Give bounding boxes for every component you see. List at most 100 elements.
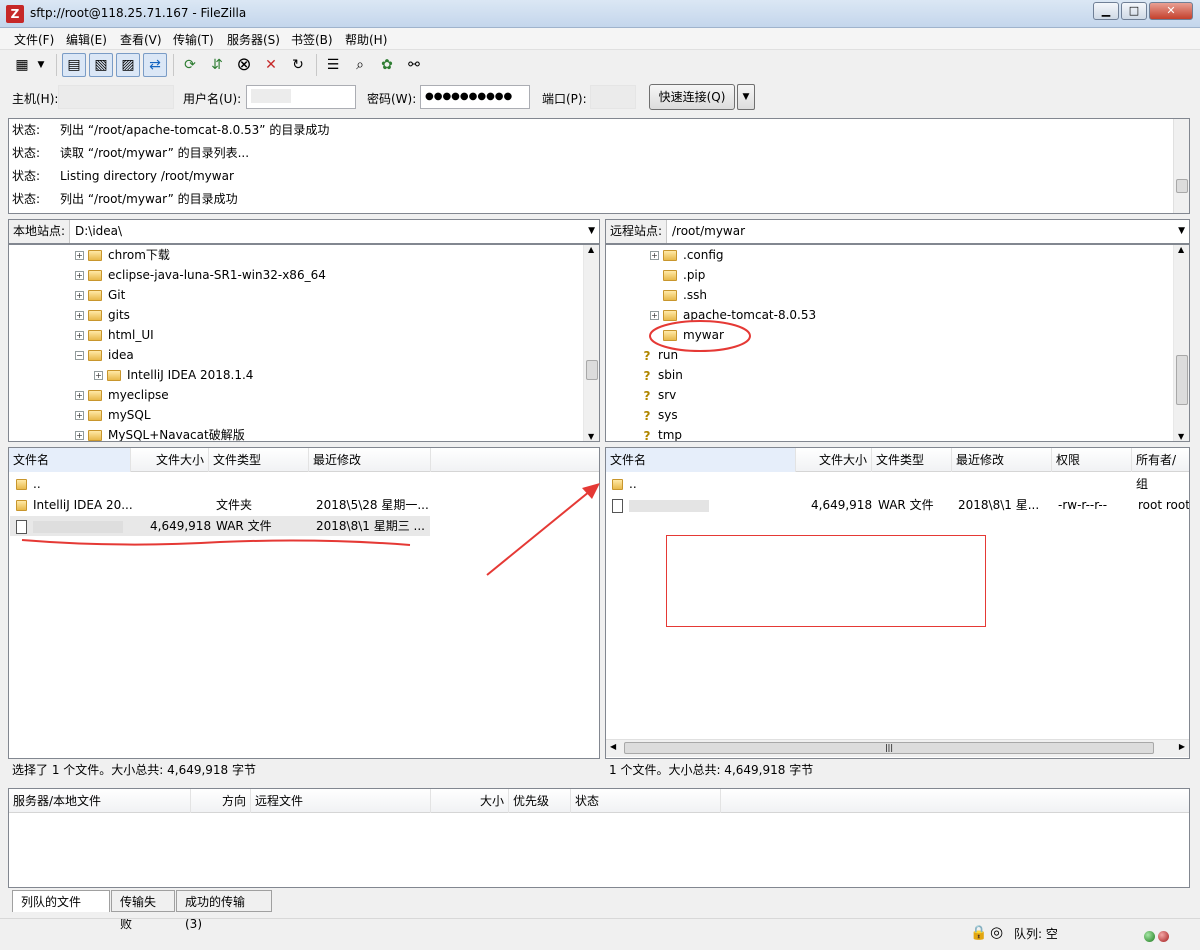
password-label: 密码(W): [367,92,417,106]
menu-server[interactable]: 服务器(S) [227,31,280,48]
war-file-icon [612,498,623,513]
menu-edit[interactable]: 编辑(E) [66,31,107,48]
tab-failed-transfers[interactable]: 传输失败 [111,890,175,931]
tree-item[interactable]: + MySQL+Navacat破解版 [75,425,245,441]
col-remote-file[interactable]: 远程文件 [251,789,431,813]
port-input[interactable] [590,85,636,109]
tree-item[interactable]: + IntelliJ IDEA 2018.1.4 [94,365,253,385]
tree-item[interactable]: + mySQL [75,405,151,425]
speed-limit-icon[interactable]: ◎ [990,923,1003,941]
disconnect-icon[interactable]: ✕ [259,53,283,77]
annotation-box [666,535,986,627]
menu-view[interactable]: 查看(V) [120,31,162,48]
tree-item[interactable]: − idea [75,345,134,365]
quickconnect-dropdown-button[interactable]: ▼ [737,84,755,110]
tab-successful-transfers[interactable]: 成功的传输 (3) [176,890,272,931]
tree-item[interactable]: + eclipse-java-luna-SR1-win32-x86_64 [75,265,326,285]
compare-icon[interactable]: ⌕ [348,53,372,77]
file-row[interactable]: IntelliJ IDEA 20... 文件夹 2018\5\28 星期一... [10,495,430,515]
col-local-file[interactable]: 服务器/本地文件 [9,789,191,813]
sync-browse-icon[interactable]: ✿ [375,53,399,77]
menu-transfer[interactable]: 传输(T) [173,31,214,48]
process-queue-icon[interactable]: ⇵ [205,53,229,77]
tree-item[interactable]: ? sys [640,405,678,425]
menu-file[interactable]: 文件(F) [14,31,54,48]
col-modified[interactable]: 最近修改 [952,448,1052,472]
port-label: 端口(P): [542,92,587,106]
col-priority[interactable]: 优先级 [509,789,571,813]
tree-item[interactable]: + .config [650,245,724,265]
file-row-selected[interactable]: 4,649,918 WAR 文件 2018\8\1 星期三 ... [10,516,430,536]
directory-listing-filter-icon[interactable]: ☰ [321,53,345,77]
tab-queued-files[interactable]: 列队的文件 [12,890,110,912]
toggle-queue-icon[interactable]: ⇄ [143,53,167,77]
tree-item[interactable]: ? srv [640,385,677,405]
send-led-icon [1158,931,1169,942]
password-input[interactable]: ●●●●●●●●●● [420,85,530,109]
tree-item[interactable]: + apache-tomcat-8.0.53 [650,305,816,325]
file-row[interactable]: 4,649,918 WAR 文件 2018\8\1 星... -rw-r--r-… [607,495,1189,515]
tree-item[interactable]: .ssh [663,285,707,305]
tree-item[interactable]: ? sbin [640,365,683,385]
tree-item[interactable]: + html_UI [75,325,154,345]
cancel-icon[interactable]: ⊗ [232,53,256,77]
col-owner[interactable]: 所有者/组 [1132,448,1189,491]
toggle-remote-tree-icon[interactable]: ▨ [116,53,140,77]
col-filesize[interactable]: 文件大小 [131,448,209,472]
host-input[interactable] [58,85,174,109]
reconnect-icon[interactable]: ↻ [286,53,310,77]
col-modified[interactable]: 最近修改 [309,448,431,472]
tree-item[interactable]: + myeclipse [75,385,169,405]
file-row-parent[interactable]: .. [607,474,1187,494]
file-row-parent[interactable]: .. [10,474,430,494]
host-label: 主机(H): [12,92,59,106]
col-filetype[interactable]: 文件类型 [872,448,952,472]
site-manager-dropdown-icon[interactable]: ▼ [34,53,48,77]
toggle-local-tree-icon[interactable]: ▧ [89,53,113,77]
col-filetype[interactable]: 文件类型 [209,448,309,472]
tree-item[interactable]: + Git [75,285,125,305]
local-status: 选择了 1 个文件。大小总共: 4,649,918 字节 [12,763,257,777]
tree-item[interactable]: + gits [75,305,130,325]
search-icon[interactable]: ⚯ [402,53,426,77]
remote-tree-scrollbar[interactable]: ▲ ▼ [1173,245,1189,441]
remote-list-hscrollbar[interactable]: ◀ ||| ▶ [606,739,1189,757]
toggle-log-icon[interactable]: ▤ [62,53,86,77]
minimize-button[interactable]: ▁ [1093,2,1119,20]
remote-site-bar: 远程站点: /root/mywar ▼ [605,219,1190,244]
log-row: 状态: 列出 “/root/apache-tomcat-8.0.53” 的目录成功 [12,123,330,137]
close-button[interactable]: ✕ [1149,2,1193,20]
local-tree-scrollbar[interactable]: ▲ ▼ [583,245,599,441]
tree-item[interactable]: + chrom下载 [75,245,170,265]
log-row: 状态: 列出 “/root/mywar” 的目录成功 [12,192,238,206]
local-list-header: 文件名 文件大小 文件类型 最近修改 [9,448,599,472]
col-direction[interactable]: 方向 [191,789,251,813]
remote-status: 1 个文件。大小总共: 4,649,918 字节 [609,763,814,777]
col-permissions[interactable]: 权限 [1052,448,1132,472]
window-title: sftp://root@118.25.71.167 - FileZilla [30,6,247,20]
menu-bookmarks[interactable]: 书签(B) [291,31,333,48]
local-path-input[interactable]: D:\idea\ [75,220,122,243]
tree-item-mywar[interactable]: mywar [663,325,724,345]
col-filename[interactable]: 文件名 [9,448,131,472]
tree-item[interactable]: ? tmp [640,425,683,441]
col-filesize[interactable]: 文件大小 [796,448,872,472]
col-size[interactable]: 大小 [431,789,509,813]
refresh-icon[interactable]: ⟳ [178,53,202,77]
username-input[interactable] [246,85,356,109]
tree-item[interactable]: .pip [663,265,705,285]
remote-path-dropdown-icon[interactable]: ▼ [1178,220,1185,243]
tree-item[interactable]: ? run [640,345,679,365]
lock-icon: 🔒 [970,925,988,941]
menu-help[interactable]: 帮助(H) [345,31,387,48]
col-status[interactable]: 状态 [571,789,721,813]
menu-bar: 文件(F) 编辑(E) 查看(V) 传输(T) 服务器(S) 书签(B) 帮助(… [0,28,1200,50]
maximize-button[interactable]: □ [1121,2,1147,20]
local-path-dropdown-icon[interactable]: ▼ [588,220,595,243]
local-site-label: 本地站点: [9,220,71,243]
site-manager-icon[interactable]: ▦ [10,53,34,77]
log-scrollbar[interactable] [1173,119,1189,213]
quickconnect-button[interactable]: 快速连接(Q) [649,84,735,110]
remote-path-input[interactable]: /root/mywar [672,220,745,243]
col-filename[interactable]: 文件名 [606,448,796,472]
